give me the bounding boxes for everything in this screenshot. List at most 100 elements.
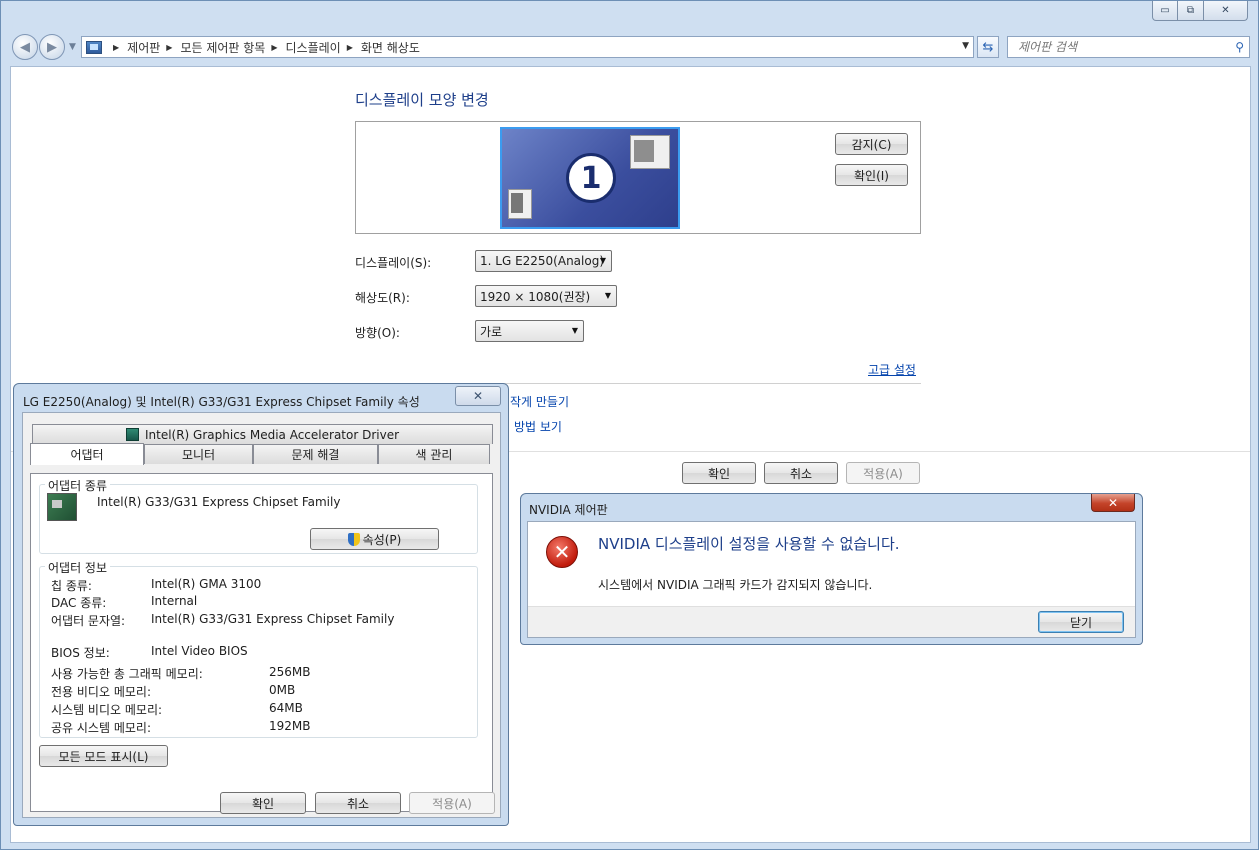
- chevron-down-icon: ▼: [604, 291, 611, 300]
- display-select-value: 1. LG E2250(Analog): [480, 254, 605, 268]
- address-dropdown-icon[interactable]: ▼: [962, 41, 969, 51]
- tab-label: Intel(R) Graphics Media Accelerator Driv…: [144, 427, 400, 442]
- breadcrumb-screen-resolution[interactable]: 화면 해상도: [361, 39, 420, 56]
- dialog-close-button[interactable]: ✕: [455, 386, 501, 406]
- refresh-icon: ⇆: [982, 39, 994, 55]
- tab-color-management[interactable]: 색 관리: [378, 444, 490, 464]
- breadcrumb-all-items[interactable]: 모든 제어판 항목: [180, 39, 265, 56]
- close-button[interactable]: ✕: [1204, 1, 1248, 21]
- monitor-1-tile[interactable]: 1: [500, 127, 680, 229]
- dialog-body: ✕ NVIDIA 디스플레이 설정을 사용할 수 없습니다. 시스템에서 NVI…: [527, 521, 1136, 638]
- breadcrumb-control-panel[interactable]: 제어판: [127, 39, 160, 56]
- dedicated-video-memory-value: 0MB: [269, 683, 296, 697]
- display-label: 디스플레이(S):: [355, 256, 432, 270]
- forward-button[interactable]: ▶: [39, 34, 65, 60]
- orientation-label: 방향(O):: [355, 326, 400, 340]
- adapter-tab-panel: 어댑터 종류 Intel(R) G33/G31 Express Chipset …: [30, 473, 493, 812]
- detect-button[interactable]: 감지(C): [835, 133, 908, 155]
- bios-info-value: Intel Video BIOS: [151, 644, 248, 658]
- total-graphics-memory-label: 사용 가능한 총 그래픽 메모리:: [51, 667, 203, 681]
- cancel-button[interactable]: 취소: [764, 462, 838, 484]
- tab-monitor[interactable]: 모니터: [144, 444, 253, 464]
- chevron-down-icon: ▼: [571, 326, 578, 335]
- dialog-title: LG E2250(Analog) 및 Intel(R) G33/G31 Expr…: [23, 395, 420, 409]
- dedicated-video-memory-label: 전용 비디오 메모리:: [51, 685, 151, 699]
- nvidia-error-dialog: NVIDIA 제어판 ✕ ✕ NVIDIA 디스플레이 설정을 사용할 수 없습…: [520, 493, 1143, 645]
- desktop-window-preview: [508, 189, 532, 219]
- chip-type-value: Intel(R) GMA 3100: [151, 577, 262, 591]
- search-icon[interactable]: ⚲: [1235, 40, 1244, 54]
- adapter-info-group: 어댑터 정보 칩 종류: Intel(R) GMA 3100 DAC 종류: I…: [39, 559, 478, 738]
- advanced-settings-link[interactable]: 고급 설정: [868, 361, 916, 378]
- uac-shield-icon: [347, 532, 360, 546]
- apply-button[interactable]: 적용(A): [846, 462, 920, 484]
- orientation-select[interactable]: 가로 ▼: [475, 320, 584, 342]
- breadcrumb-separator-icon[interactable]: ▶: [113, 43, 119, 52]
- chevron-down-icon: ▼: [599, 256, 606, 265]
- breadcrumb-separator-icon[interactable]: ▶: [347, 43, 353, 52]
- navigation-bar: ◀ ▶ ▼ ▶ 제어판 ▶ 모든 제어판 항목 ▶ 디스플레이 ▶ 화면 해상도…: [11, 34, 1251, 60]
- orientation-select-value: 가로: [480, 324, 503, 339]
- ok-button[interactable]: 확인: [682, 462, 756, 484]
- resolution-select[interactable]: 1920 × 1080(권장) ▼: [475, 285, 617, 307]
- adapter-type-legend: 어댑터 종류: [45, 477, 111, 494]
- maximize-button[interactable]: ⧉: [1178, 1, 1204, 21]
- adapter-string-value: Intel(R) G33/G31 Express Chipset Family: [151, 612, 395, 626]
- error-message: 시스템에서 NVIDIA 그래픽 카드가 감지되지 않습니다.: [598, 578, 873, 592]
- refresh-button[interactable]: ⇆: [977, 36, 999, 58]
- resolution-label: 해상도(R):: [355, 291, 410, 305]
- dialog-apply-button[interactable]: 적용(A): [409, 792, 495, 814]
- tab-adapter[interactable]: 어댑터: [30, 443, 144, 465]
- adapter-type-group: 어댑터 종류 Intel(R) G33/G31 Express Chipset …: [39, 477, 478, 554]
- display-select[interactable]: 1. LG E2250(Analog) ▼: [475, 250, 612, 272]
- graphics-card-icon: [47, 493, 77, 521]
- dac-type-value: Internal: [151, 594, 198, 608]
- dialog-close-button[interactable]: ✕: [1091, 494, 1135, 512]
- adapter-info-legend: 어댑터 정보: [45, 559, 111, 576]
- system-video-memory-value: 64MB: [269, 701, 303, 715]
- display-help-link[interactable]: 방법 보기: [514, 418, 562, 435]
- dialog-title: NVIDIA 제어판: [529, 503, 608, 517]
- dialog-footer: 닫기: [528, 606, 1135, 637]
- system-video-memory-label: 시스템 비디오 메모리:: [51, 703, 163, 717]
- control-panel-icon: [86, 40, 102, 54]
- resolution-select-value: 1920 × 1080(권장): [480, 289, 591, 304]
- search-box[interactable]: ⚲: [1007, 36, 1250, 58]
- back-button[interactable]: ◀: [12, 34, 38, 60]
- error-icon: ✕: [546, 536, 578, 568]
- total-graphics-memory-value: 256MB: [269, 665, 311, 679]
- chip-type-label: 칩 종류:: [51, 579, 92, 593]
- tab-intel-gma-driver[interactable]: Intel(R) Graphics Media Accelerator Driv…: [32, 424, 493, 444]
- identify-button[interactable]: 확인(I): [835, 164, 908, 186]
- button-label: 속성(P): [362, 532, 402, 547]
- shared-system-memory-value: 192MB: [269, 719, 311, 733]
- list-all-modes-button[interactable]: 모든 모드 표시(L): [39, 745, 168, 767]
- tab-troubleshoot[interactable]: 문제 해결: [253, 444, 378, 464]
- monitor-number: 1: [566, 153, 616, 203]
- adapter-name: Intel(R) G33/G31 Express Chipset Family: [97, 495, 341, 509]
- intel-driver-icon: [125, 428, 139, 441]
- dac-type-label: DAC 종류:: [51, 596, 107, 610]
- dialog-ok-button[interactable]: 확인: [220, 792, 306, 814]
- adapter-properties-dialog: LG E2250(Analog) 및 Intel(R) G33/G31 Expr…: [13, 383, 509, 826]
- breadcrumb-separator-icon[interactable]: ▶: [166, 43, 172, 52]
- adapter-string-label: 어댑터 문자열:: [51, 614, 126, 628]
- shared-system-memory-label: 공유 시스템 메모리:: [51, 721, 151, 735]
- address-bar[interactable]: ▶ 제어판 ▶ 모든 제어판 항목 ▶ 디스플레이 ▶ 화면 해상도 ▼: [81, 36, 974, 58]
- recent-pages-dropdown-icon[interactable]: ▼: [69, 42, 76, 52]
- close-dialog-button[interactable]: 닫기: [1038, 611, 1124, 633]
- error-heading: NVIDIA 디스플레이 설정을 사용할 수 없습니다.: [598, 535, 900, 553]
- breadcrumb-separator-icon[interactable]: ▶: [271, 43, 277, 52]
- breadcrumb-display[interactable]: 디스플레이: [286, 39, 341, 56]
- text-size-link[interactable]: 작게 만들기: [510, 393, 569, 410]
- adapter-properties-button[interactable]: 속성(P): [310, 528, 439, 550]
- bios-info-label: BIOS 정보:: [51, 646, 110, 660]
- page-title: 디스플레이 모양 변경: [355, 91, 489, 109]
- dialog-cancel-button[interactable]: 취소: [315, 792, 401, 814]
- window-controls: ▭ ⧉ ✕: [1152, 1, 1248, 21]
- minimize-button[interactable]: ▭: [1152, 1, 1178, 21]
- monitor-arrangement-panel: 1 감지(C) 확인(I): [355, 121, 921, 234]
- dialog-body: Intel(R) Graphics Media Accelerator Driv…: [22, 412, 501, 818]
- desktop-window-preview: [630, 135, 670, 169]
- search-input[interactable]: [1018, 40, 1218, 54]
